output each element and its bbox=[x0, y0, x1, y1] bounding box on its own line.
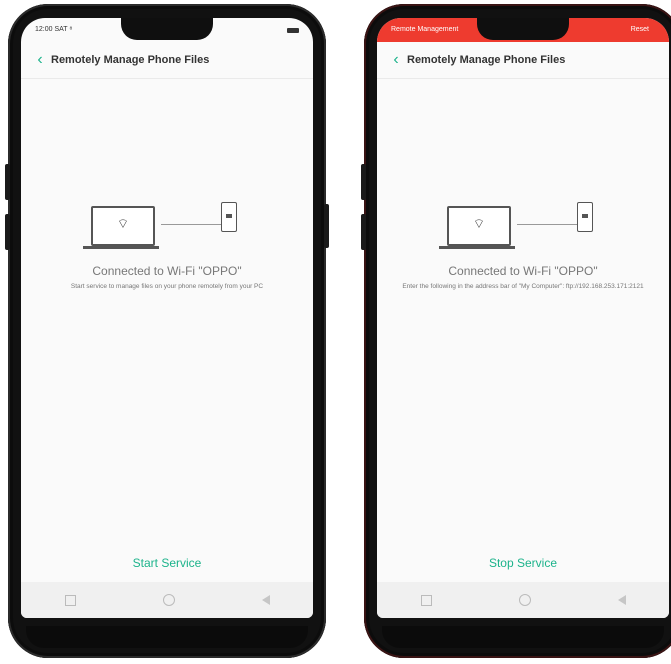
recent-apps-icon[interactable] bbox=[64, 594, 76, 606]
connection-line bbox=[161, 224, 221, 225]
volume-down-button bbox=[361, 214, 366, 250]
phone-icon bbox=[221, 202, 237, 232]
left-phone: 12:00 SAT ⁸ ‹ Remotely Manage Phone File… bbox=[5, 4, 329, 658]
connected-text: Connected to Wi-Fi "OPPO" bbox=[448, 264, 598, 278]
description-text: Enter the following in the address bar o… bbox=[402, 283, 644, 290]
laptop-icon: ⌔ bbox=[91, 206, 155, 246]
title-bar: ‹ Remotely Manage Phone Files bbox=[377, 42, 669, 79]
title-bar: ‹ Remotely Manage Phone Files bbox=[21, 42, 313, 79]
connection-illustration: ⌔ bbox=[21, 196, 313, 256]
recent-apps-icon[interactable] bbox=[420, 594, 432, 606]
stop-service-button[interactable]: Stop Service bbox=[377, 556, 669, 570]
back-icon[interactable]: ‹ bbox=[385, 51, 407, 69]
power-button bbox=[324, 204, 329, 248]
connection-line bbox=[517, 224, 577, 225]
right-screen: Remote Management Reset ‹ Remotely Manag… bbox=[377, 18, 669, 618]
nav-bar bbox=[21, 582, 313, 618]
status-remote-label: Remote Management bbox=[391, 26, 459, 33]
page-title: Remotely Manage Phone Files bbox=[51, 54, 210, 66]
laptop-icon: ⌔ bbox=[447, 206, 511, 246]
notch bbox=[477, 18, 569, 40]
wifi-icon: ⌔ bbox=[116, 216, 130, 231]
back-nav-icon[interactable] bbox=[261, 595, 270, 605]
back-icon[interactable]: ‹ bbox=[29, 51, 51, 69]
volume-up-button bbox=[361, 164, 366, 200]
left-screen: 12:00 SAT ⁸ ‹ Remotely Manage Phone File… bbox=[21, 18, 313, 618]
description-text: Start service to manage files on your ph… bbox=[70, 283, 264, 290]
laptop-base bbox=[439, 246, 515, 249]
home-icon[interactable] bbox=[518, 594, 531, 606]
back-nav-icon[interactable] bbox=[617, 595, 626, 605]
nav-bar bbox=[377, 582, 669, 618]
connection-illustration: ⌔ bbox=[377, 196, 669, 256]
notch bbox=[121, 18, 213, 40]
right-phone: Remote Management Reset ‹ Remotely Manag… bbox=[361, 4, 671, 658]
phone-icon bbox=[577, 202, 593, 232]
phone-chin bbox=[382, 626, 664, 648]
start-service-button[interactable]: Start Service bbox=[21, 556, 313, 570]
phone-chin bbox=[26, 626, 308, 648]
status-reset-label[interactable]: Reset bbox=[631, 26, 649, 33]
volume-up-button bbox=[5, 164, 10, 200]
home-icon[interactable] bbox=[162, 594, 175, 606]
battery-icon bbox=[287, 28, 299, 33]
connected-text: Connected to Wi-Fi "OPPO" bbox=[92, 264, 242, 278]
wifi-icon: ⌔ bbox=[472, 216, 486, 231]
status-time: 12:00 SAT ⁸ bbox=[35, 26, 73, 33]
laptop-base bbox=[83, 246, 159, 249]
volume-down-button bbox=[5, 214, 10, 250]
page-title: Remotely Manage Phone Files bbox=[407, 54, 566, 66]
